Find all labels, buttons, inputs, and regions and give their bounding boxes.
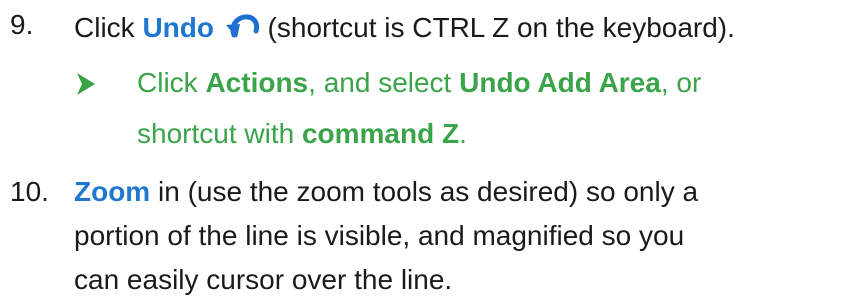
- step-number: 10.: [10, 176, 49, 207]
- command-z-label: command Z: [301, 118, 460, 149]
- step-text: Zoom in (use the zoom tools as desired) …: [74, 176, 699, 207]
- step-10-line-2: portion of the line is visible, and magn…: [74, 220, 685, 251]
- undo-label: Undo: [142, 12, 214, 43]
- arrow-bullet-icon: [77, 73, 95, 95]
- undo-arrow-icon: [225, 14, 259, 38]
- step-text: Click Undo (shortcut is CTRL Z on the ke…: [74, 11, 735, 42]
- undo-add-area-label: Undo Add Area: [459, 67, 661, 98]
- step-number: 9.: [10, 9, 34, 40]
- shortcut-text: (shortcut is CTRL Z on the keyboard).: [259, 12, 735, 43]
- sub-instruction-line-2: shortcut with command Z.: [137, 118, 467, 149]
- sub-instruction-line-1: Click Actions, and select Undo Add Area,…: [137, 67, 702, 98]
- actions-label: Actions: [205, 67, 309, 98]
- zoom-label: Zoom: [74, 176, 151, 207]
- click-label: Click: [74, 12, 143, 43]
- step-10-line-3: can easily cursor over the line.: [74, 264, 453, 295]
